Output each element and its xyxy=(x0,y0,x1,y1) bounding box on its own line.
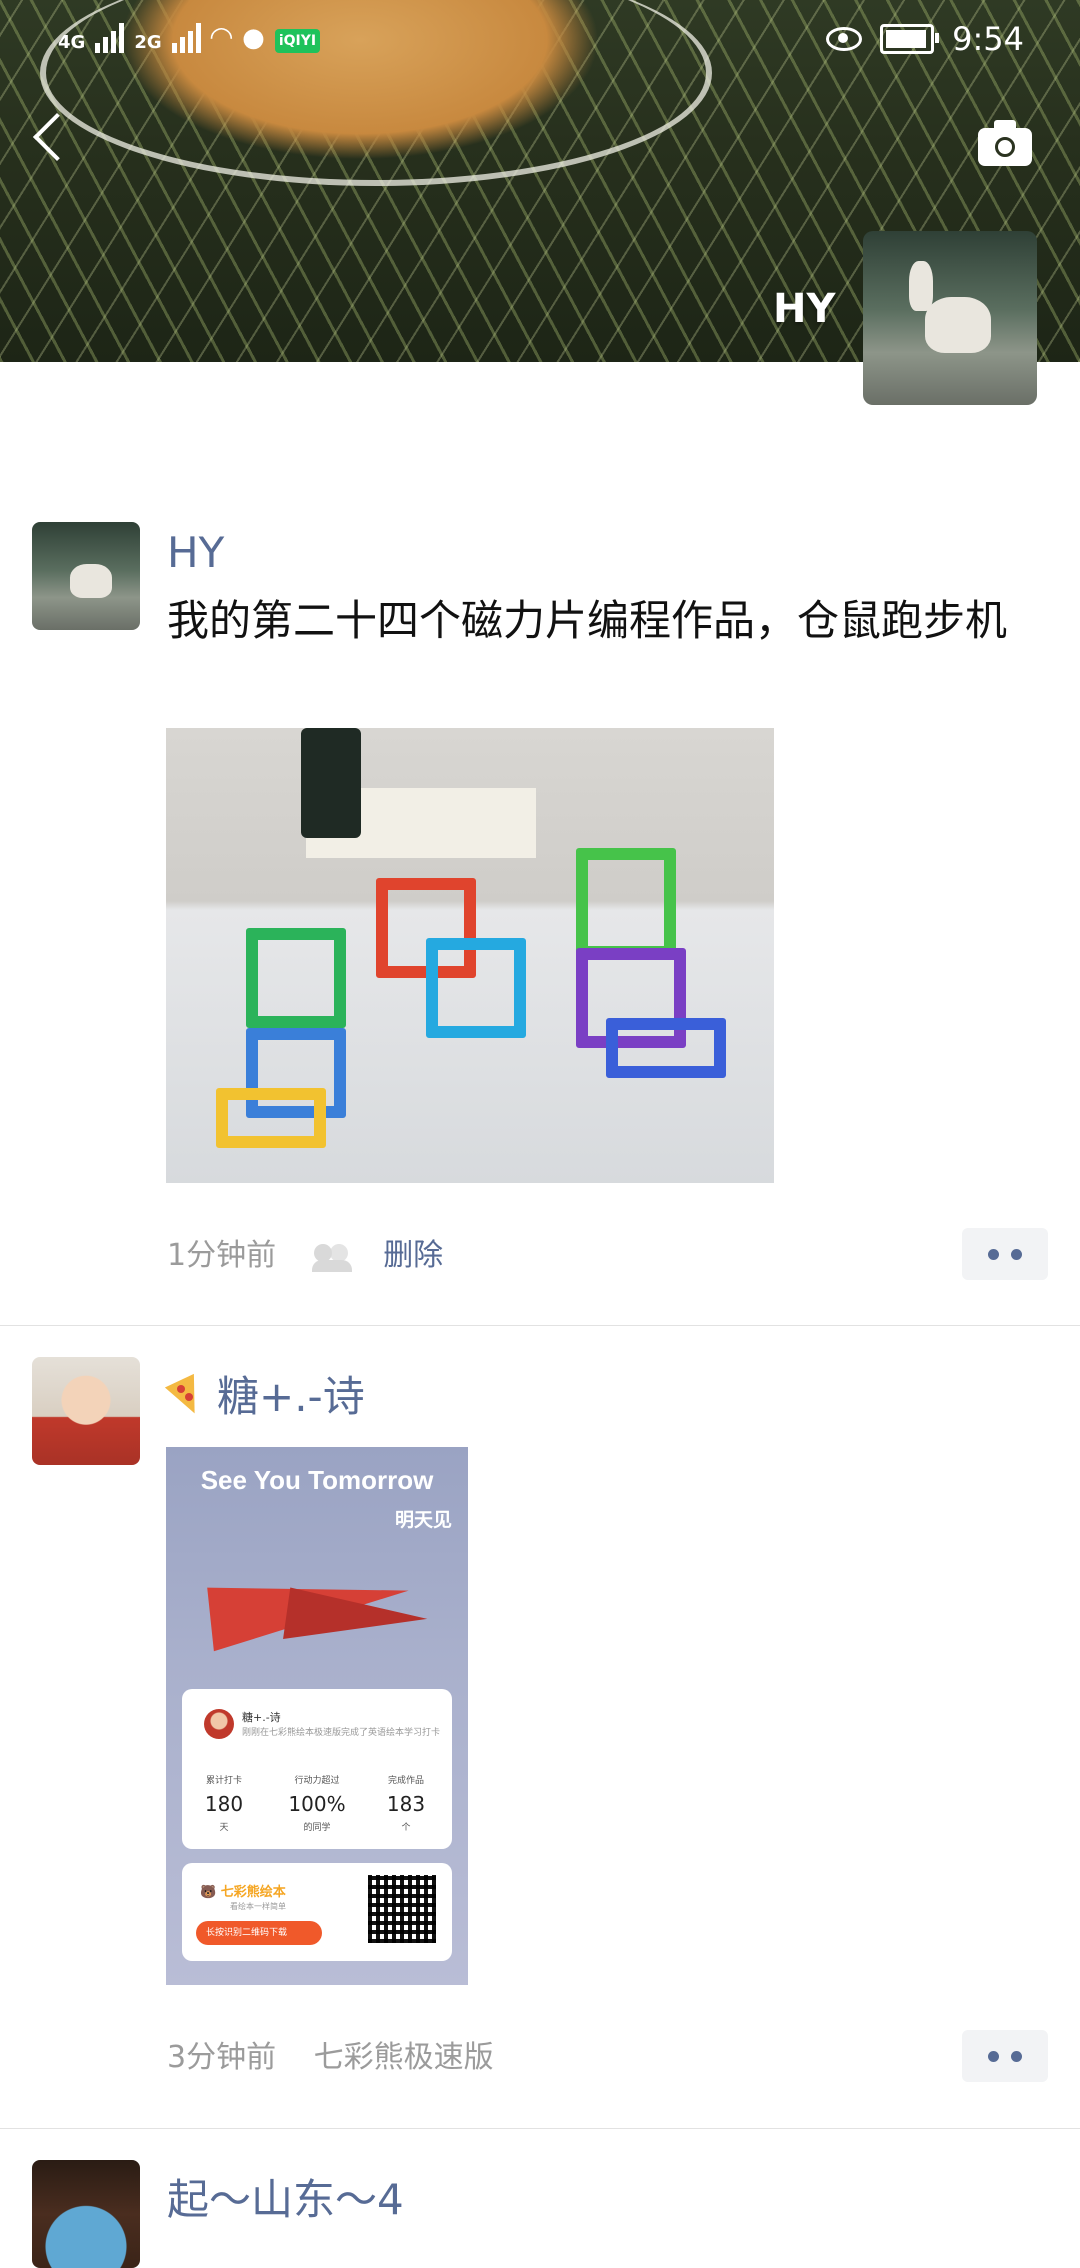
status-time: 9:54 xyxy=(952,20,1024,58)
post-source-link[interactable]: 七彩熊极速版 xyxy=(314,2040,494,2075)
poster-card-name: 糖+.-诗 xyxy=(242,1711,281,1724)
post-avatar[interactable] xyxy=(32,522,140,630)
stat-value: 100% xyxy=(288,1792,346,1816)
post-text: 我的第二十四个磁力片编程作品，仓鼠跑步机 xyxy=(167,596,1008,645)
post-avatar[interactable] xyxy=(32,1357,140,1465)
magnet-tile xyxy=(216,1088,326,1148)
status-bar: 4G 2G ◠ ● iQIYI 9:54 xyxy=(0,0,1080,80)
poster-brand-text: 七彩熊绘本 xyxy=(220,1885,286,1900)
post-poster-image[interactable]: See You Tomorrow 明天见 糖+.-诗 刚刚在七彩熊绘本极速版完成… xyxy=(166,1447,468,1985)
visibility-icon xyxy=(311,1243,354,1272)
cover-user-name: HY xyxy=(773,286,836,332)
stat-value: 180 xyxy=(204,1792,244,1816)
my-avatar[interactable] xyxy=(863,231,1037,405)
post-divider xyxy=(0,2128,1080,2129)
post-divider xyxy=(0,1325,1080,1326)
pizza-icon xyxy=(167,1375,207,1415)
poster-stats-card: 糖+.-诗 刚刚在七彩熊绘本极速版完成了英语绘本学习打卡 累计打卡 180 天 … xyxy=(182,1689,452,1849)
delete-link[interactable]: 删除 xyxy=(383,1238,443,1273)
poster-card-desc: 刚刚在七彩熊绘本极速版完成了英语绘本学习打卡 xyxy=(242,1728,441,1738)
signal-icon-2 xyxy=(171,21,201,53)
status-right: 9:54 xyxy=(826,20,1024,58)
poster-download-button: 长按识别二维码下载 xyxy=(196,1921,322,1945)
signal-icon xyxy=(95,21,125,53)
post-meta: 1分钟前 删除 xyxy=(167,1230,443,1274)
post-username[interactable]: HY xyxy=(167,528,224,577)
alpaca-figure xyxy=(925,297,991,353)
more-button[interactable] xyxy=(962,1228,1048,1280)
post-username-text: 糖+.-诗 xyxy=(217,1372,365,1421)
post-avatar[interactable] xyxy=(32,2160,140,2268)
eye-comfort-icon xyxy=(826,27,863,51)
iqiyi-icon: iQIYI xyxy=(274,29,321,53)
magnet-tile xyxy=(606,1018,726,1078)
camera-icon[interactable] xyxy=(978,120,1032,166)
poster-stat: 累计打卡 180 天 xyxy=(184,1773,264,1833)
network-label-1: 4G xyxy=(58,32,86,53)
stat-label: 完成作品 xyxy=(387,1776,424,1786)
thermos xyxy=(301,728,361,838)
network-label-2: 2G xyxy=(134,32,162,53)
poster-brand-card: 🐻 七彩熊绘本 看绘本一样简单 长按识别二维码下载 xyxy=(182,1863,452,1961)
post-time: 1分钟前 xyxy=(167,1238,277,1273)
poster-avatar xyxy=(204,1709,234,1739)
post-time: 3分钟前 xyxy=(167,2040,277,2075)
poster-brand-sub: 看绘本一样简单 xyxy=(230,1902,286,1911)
magnet-tile xyxy=(576,848,676,958)
magnet-tile xyxy=(246,928,346,1028)
post-meta: 3分钟前 七彩熊极速版 xyxy=(167,2032,494,2076)
stat-label: 行动力超过 xyxy=(294,1776,340,1786)
wifi-icon: ◠ xyxy=(210,20,233,53)
poster-subtitle: 明天见 xyxy=(394,1509,452,1531)
post-photo[interactable] xyxy=(166,728,774,1183)
status-left: 4G 2G ◠ ● iQIYI xyxy=(58,20,321,53)
magnet-tile xyxy=(426,938,526,1038)
post-username[interactable]: 起～山东～4 xyxy=(167,2166,404,2227)
battery-icon xyxy=(880,24,940,54)
stat-unit: 个 xyxy=(401,1823,411,1833)
poster-stat: 行动力超过 100% 的同学 xyxy=(277,1773,357,1833)
wechat-icon: ● xyxy=(242,23,265,53)
more-button[interactable] xyxy=(962,2030,1048,2082)
alpaca-figure xyxy=(70,564,112,598)
poster-brand: 🐻 七彩熊绘本 xyxy=(200,1885,286,1900)
stat-unit: 的同学 xyxy=(303,1823,331,1833)
poster-stat: 完成作品 183 个 xyxy=(366,1773,446,1833)
stat-unit: 天 xyxy=(219,1823,229,1833)
stat-value: 183 xyxy=(386,1792,426,1816)
poster-title: See You Tomorrow xyxy=(200,1465,434,1495)
post-username[interactable]: 糖+.-诗 xyxy=(167,1363,365,1424)
stat-label: 累计打卡 xyxy=(205,1776,242,1786)
alpaca-neck xyxy=(909,261,933,311)
qr-code-icon xyxy=(368,1875,436,1943)
